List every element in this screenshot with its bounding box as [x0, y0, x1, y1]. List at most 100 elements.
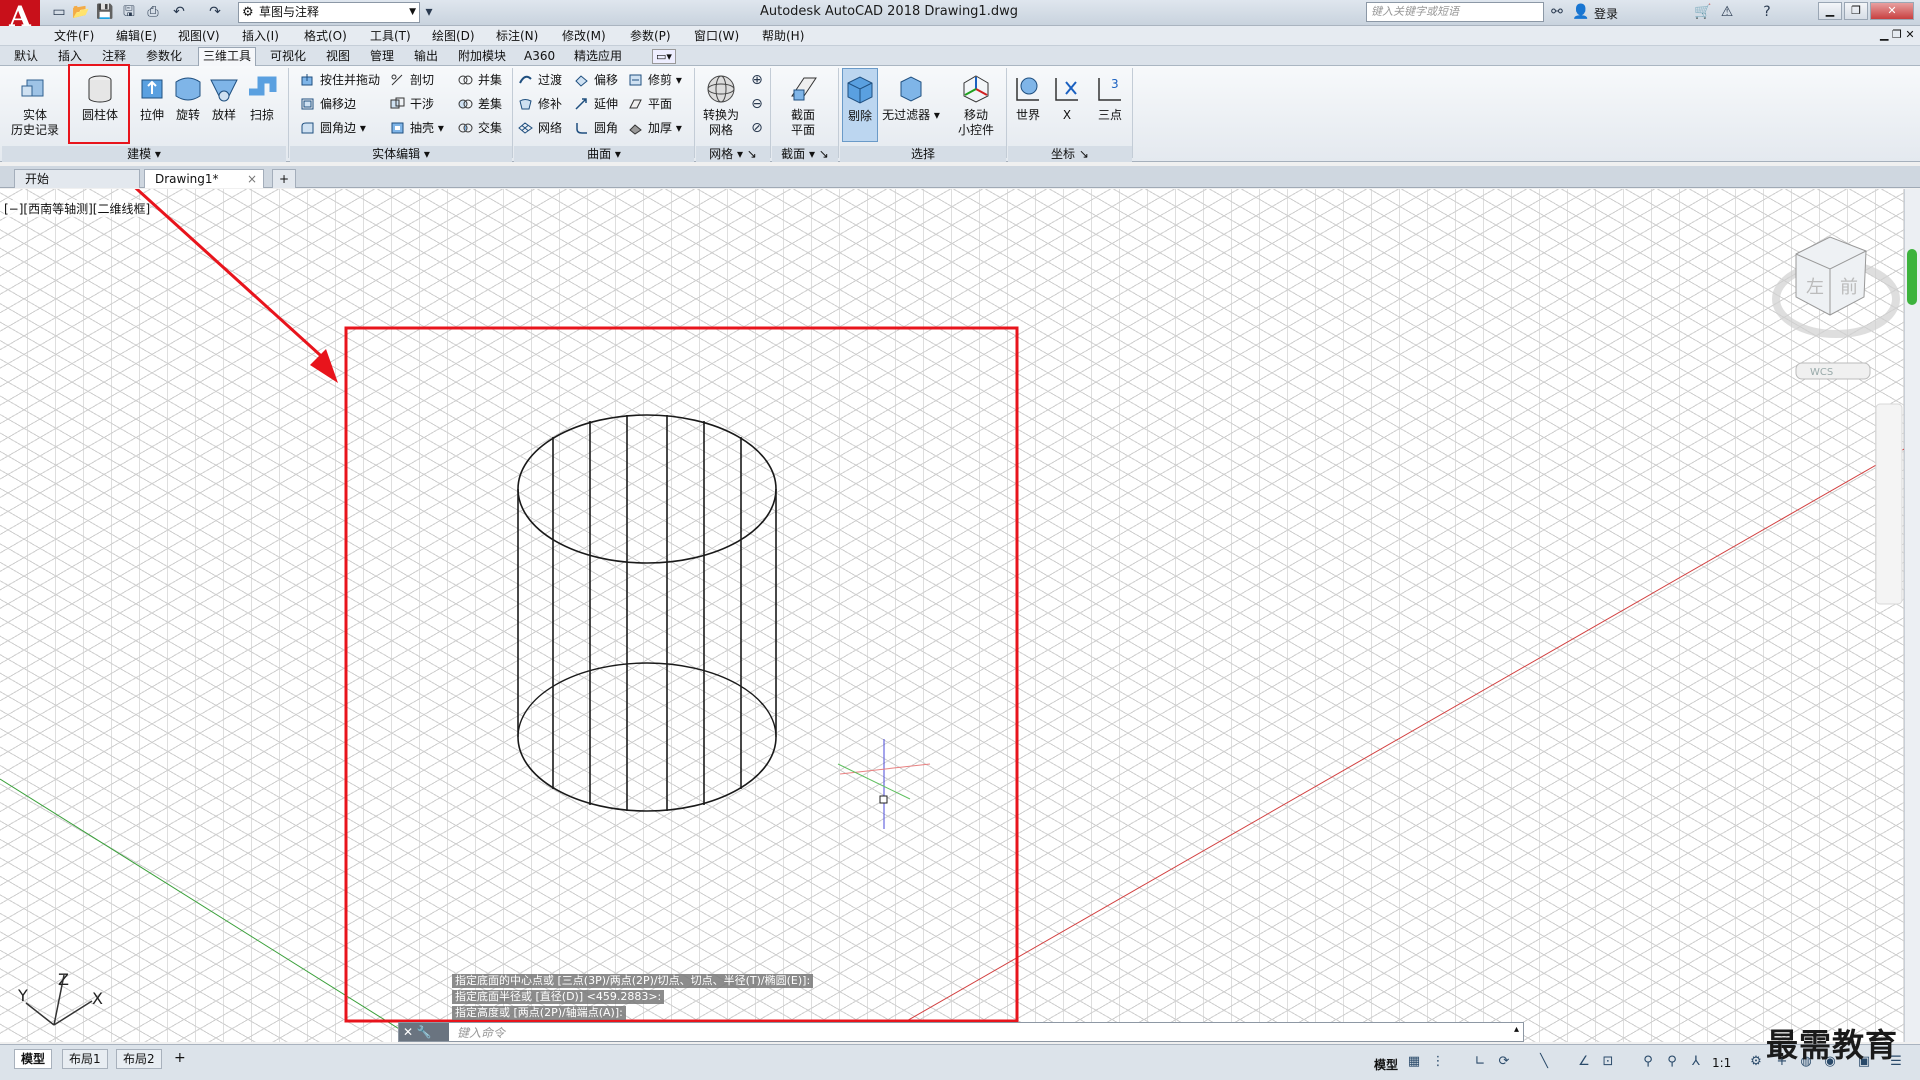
tab-3d-tools[interactable]: 三维工具	[198, 47, 257, 66]
scroll-thumb[interactable]	[1907, 249, 1917, 305]
workspace-dropdown[interactable]: ⚙ 草图与注释 ▼	[238, 2, 420, 23]
layout-tab-model[interactable]: 模型	[14, 1049, 53, 1069]
search-input[interactable]: 键入关键字或短语	[1366, 2, 1544, 22]
new-tab-button[interactable]: +	[272, 169, 296, 188]
surface-patch-button[interactable]: 修补	[518, 96, 562, 112]
redo-icon[interactable]: ↷	[206, 4, 224, 21]
save-as-icon[interactable]: 🖫	[120, 4, 138, 21]
panel-title-mesh[interactable]: 网格 ▾ ↘	[696, 146, 770, 162]
viewcube-left-face[interactable]: 左	[1806, 277, 1824, 298]
ortho-icon[interactable]: ∟	[1472, 1054, 1488, 1070]
section-plane-button[interactable]: 截面 平面	[774, 68, 832, 138]
workspace-gear-icon[interactable]: ⚙	[1748, 1054, 1764, 1070]
user-icon[interactable]: 👤	[1572, 4, 1590, 21]
command-line-controls[interactable]: ✕ 🔧	[399, 1023, 449, 1041]
surface-blend-button[interactable]: 过渡	[518, 72, 562, 88]
menu-parametric[interactable]: 参数(P)	[630, 28, 671, 44]
viewcube-front-face[interactable]: 前	[1840, 277, 1858, 298]
add-layout-button[interactable]: +	[174, 1050, 186, 1066]
panel-title-section[interactable]: 截面 ▾ ↘	[772, 146, 838, 162]
move-gizmo-button[interactable]: 移动 小控件	[948, 68, 1004, 138]
polar-icon[interactable]: ⟳	[1496, 1054, 1512, 1070]
menu-file[interactable]: 文件(F)	[54, 28, 94, 44]
revolve-button[interactable]: 旋转	[170, 68, 206, 123]
tab-visualize[interactable]: 可视化	[266, 48, 310, 64]
viewcube[interactable]: 左 前 WCS	[1772, 236, 1900, 380]
login-link[interactable]: 登录	[1594, 5, 1618, 22]
surface-offset-button[interactable]: 偏移	[574, 72, 618, 88]
open-file-icon[interactable]: 📂	[72, 4, 90, 21]
sweep-button[interactable]: 扫掠	[244, 68, 280, 123]
model-space-toggle[interactable]: 模型	[1374, 1056, 1398, 1073]
surface-planar-button[interactable]: 平面	[628, 96, 672, 112]
print-icon[interactable]: ⎙	[144, 4, 162, 21]
tab-parametric[interactable]: 参数化	[142, 48, 186, 64]
close-button[interactable]: ✕	[1870, 2, 1914, 20]
union-button[interactable]: 并集	[458, 72, 502, 88]
minimize-button[interactable]: ▁	[1818, 2, 1842, 20]
menu-dimension[interactable]: 标注(N)	[496, 28, 538, 44]
help-icon[interactable]: ?	[1758, 4, 1776, 21]
a360-icon[interactable]: ⚠	[1718, 4, 1736, 21]
ucs-world-button[interactable]: 世界	[1010, 68, 1046, 123]
tab-manage[interactable]: 管理	[366, 48, 398, 64]
culling-button[interactable]: 剔除	[842, 68, 878, 142]
surface-trim-button[interactable]: 修剪 ▾	[628, 72, 682, 88]
cylinder-wireframe[interactable]	[517, 414, 777, 812]
tab-featured-apps[interactable]: 精选应用	[570, 48, 626, 64]
tab-insert[interactable]: 插入	[54, 48, 86, 64]
command-line[interactable]: ✕ 🔧 键入命令 ▴	[398, 1022, 1524, 1042]
surface-thicken-button[interactable]: 加厚 ▾	[628, 120, 682, 136]
presspull-button[interactable]: 按住并拖动	[300, 72, 380, 88]
lineweight-icon[interactable]: ∠	[1576, 1054, 1592, 1070]
panel-title-selection[interactable]: 选择	[840, 146, 1006, 162]
menu-tools[interactable]: 工具(T)	[370, 28, 411, 44]
intersect-button[interactable]: 交集	[458, 120, 502, 136]
loft-button[interactable]: 放样	[206, 68, 242, 123]
tab-drawing1[interactable]: Drawing1* ×	[144, 169, 264, 188]
surface-fillet-button[interactable]: 圆角	[574, 120, 618, 136]
command-input[interactable]: 键入命令	[457, 1024, 505, 1041]
save-icon[interactable]: 💾	[96, 4, 114, 21]
panel-title-surface[interactable]: 曲面 ▾	[514, 146, 694, 162]
menu-view[interactable]: 视图(V)	[178, 28, 220, 44]
scale-dropdown[interactable]: 1:1	[1712, 1056, 1731, 1070]
osnap-icon[interactable]: ╲	[1536, 1054, 1552, 1070]
menu-help[interactable]: 帮助(H)	[762, 28, 804, 44]
doc-window-controls[interactable]: ▁ ❐ ✕	[1880, 28, 1915, 41]
vertical-scrollbar[interactable]	[1904, 189, 1920, 1042]
ucs-x-button[interactable]: X	[1050, 68, 1084, 123]
menu-edit[interactable]: 编辑(E)	[116, 28, 157, 44]
restore-button[interactable]: ❐	[1844, 2, 1868, 20]
selection-cycling-icon[interactable]: ⊡	[1600, 1054, 1616, 1070]
solid-history-button[interactable]: 实体 历史记录	[8, 68, 62, 138]
mesh-smooth-icon[interactable]: ⊕	[748, 72, 766, 89]
annotation-scale-icon[interactable]: ⅄	[1688, 1054, 1704, 1070]
surface-network-button[interactable]: 网络	[518, 120, 562, 136]
offset-edge-button[interactable]: 偏移边	[300, 96, 356, 112]
auto-scale-icon[interactable]: ⚲	[1664, 1054, 1680, 1070]
mesh-option-icon[interactable]: ⊘	[748, 120, 766, 137]
navigation-bar[interactable]	[1875, 403, 1903, 605]
tab-start[interactable]: 开始	[14, 169, 140, 188]
wcs-menu[interactable]: WCS	[1810, 367, 1833, 378]
chevron-up-icon[interactable]: ▴	[1514, 1024, 1519, 1035]
tab-default[interactable]: 默认	[10, 48, 42, 64]
extrude-button[interactable]: 拉伸	[134, 68, 170, 123]
menu-draw[interactable]: 绘图(D)	[432, 28, 475, 44]
tab-a360[interactable]: A360	[520, 48, 559, 64]
convert-to-mesh-button[interactable]: 转换为 网格	[696, 68, 746, 138]
tab-output[interactable]: 输出	[410, 48, 442, 64]
wrench-icon[interactable]: 🔧	[417, 1025, 432, 1039]
interfere-button[interactable]: 干涉	[390, 96, 434, 112]
no-filter-button[interactable]: 无过滤器 ▾	[882, 68, 940, 123]
surface-extend-button[interactable]: 延伸	[574, 96, 618, 112]
ucs-three-point-button[interactable]: 3 三点	[1092, 68, 1128, 123]
grid-icon[interactable]: ▦	[1406, 1054, 1422, 1070]
layout-tab-layout2[interactable]: 布局2	[116, 1049, 162, 1069]
shell-button[interactable]: 抽壳 ▾	[390, 120, 444, 136]
panel-title-solid-edit[interactable]: 实体编辑 ▾	[290, 146, 512, 162]
undo-icon[interactable]: ↶	[170, 4, 188, 21]
cart-icon[interactable]: 🛒	[1694, 4, 1712, 21]
menu-format[interactable]: 格式(O)	[304, 28, 347, 44]
